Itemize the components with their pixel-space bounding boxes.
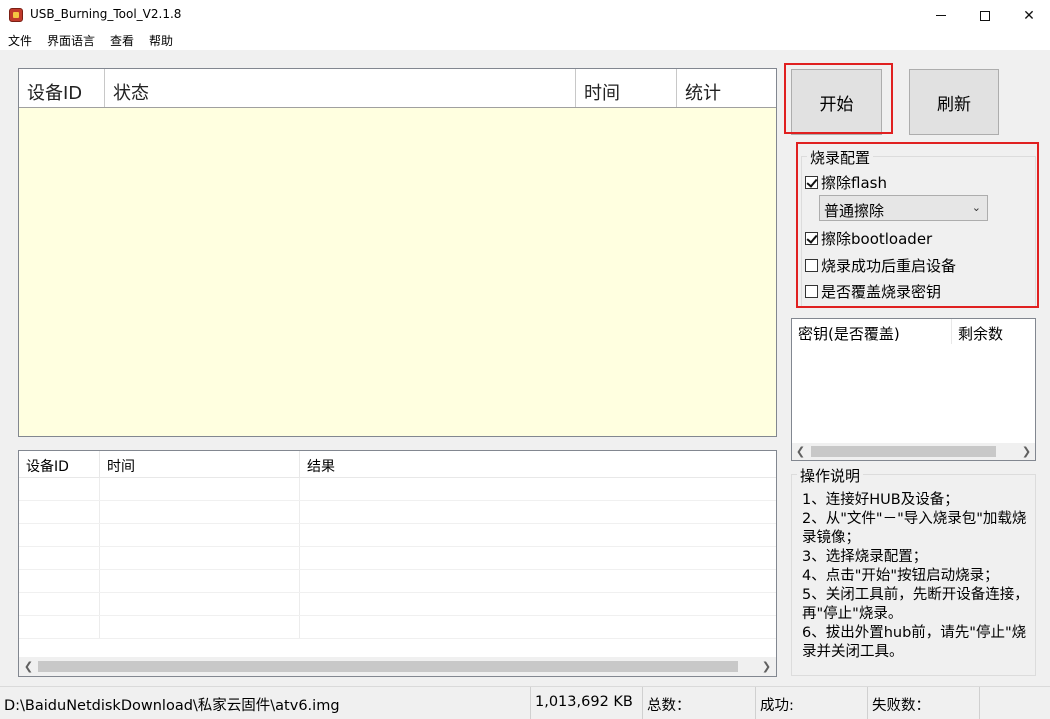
close-icon: ✕ <box>1023 7 1035 24</box>
close-button[interactable]: ✕ <box>1006 0 1050 31</box>
scroll-right-icon[interactable]: ❯ <box>1018 443 1035 460</box>
result-list[interactable]: 设备ID 时间 结果 ❮ ❯ <box>18 450 777 677</box>
minimize-icon <box>936 15 946 16</box>
reboot-after-option[interactable]: 烧录成功后重启设备 <box>805 255 956 276</box>
erase-mode-value: 普通擦除 <box>824 202 885 220</box>
scroll-track[interactable] <box>809 443 1018 460</box>
erase-bootloader-label: 擦除bootloader <box>821 230 933 248</box>
title-bar: USB_Burning_Tool_V2.1.8 ✕ <box>0 0 1050 31</box>
refresh-button[interactable]: 刷新 <box>909 69 999 135</box>
table-row <box>19 501 776 524</box>
instructions-title: 操作说明 <box>797 465 864 486</box>
horizontal-scrollbar[interactable]: ❮ ❯ <box>19 657 776 676</box>
column-header-device-id[interactable]: 设备ID <box>19 69 105 107</box>
menu-bar: 文件 界面语言 查看 帮助 <box>0 31 1050 50</box>
device-list[interactable]: 设备ID 状态 时间 统计 <box>18 68 777 437</box>
status-bar: D:\BaiduNetdiskDownload\私家云固件\atv6.img 1… <box>0 686 1050 719</box>
instructions-group: 操作说明 1、连接好HUB及设备； 2、从"文件"－"导入烧录包"加载烧录镜像；… <box>791 465 1036 676</box>
start-button[interactable]: 开始 <box>791 69 882 135</box>
column-header-time[interactable]: 时间 <box>576 69 677 107</box>
key-list-header: 密钥(是否覆盖) 剩余数 <box>792 319 1035 344</box>
erase-mode-select[interactable]: 普通擦除 ⌄ <box>819 195 988 221</box>
image-size: 1,013,692 KB <box>531 687 643 719</box>
menu-file[interactable]: 文件 <box>0 31 39 50</box>
scroll-thumb[interactable] <box>811 446 996 457</box>
overwrite-key-label: 是否覆盖烧录密钥 <box>821 283 942 301</box>
menu-view[interactable]: 查看 <box>102 31 141 50</box>
erase-flash-label: 擦除flash <box>821 174 887 192</box>
result-list-header: 设备ID 时间 结果 <box>19 451 776 478</box>
result-rows <box>19 478 776 656</box>
table-row <box>19 593 776 616</box>
erase-flash-option[interactable]: 擦除flash <box>805 172 887 193</box>
table-row <box>19 524 776 547</box>
table-row <box>19 478 776 501</box>
table-row <box>19 616 776 639</box>
burn-config-title: 烧录配置 <box>807 147 874 168</box>
column-header-status[interactable]: 状态 <box>105 69 576 107</box>
scroll-track[interactable] <box>38 657 757 676</box>
scroll-right-icon[interactable]: ❯ <box>757 657 776 676</box>
app-icon <box>9 8 23 22</box>
reboot-after-checkbox[interactable] <box>805 259 818 272</box>
window-title: USB_Burning_Tool_V2.1.8 <box>30 7 182 21</box>
scroll-left-icon[interactable]: ❮ <box>19 657 38 676</box>
key-list[interactable]: 密钥(是否覆盖) 剩余数 ❮ ❯ <box>791 318 1036 461</box>
erase-bootloader-option[interactable]: 擦除bootloader <box>805 228 932 249</box>
horizontal-scrollbar[interactable]: ❮ ❯ <box>792 443 1035 460</box>
image-path: D:\BaiduNetdiskDownload\私家云固件\atv6.img <box>0 687 531 719</box>
overwrite-key-checkbox[interactable] <box>805 285 818 298</box>
reboot-after-label: 烧录成功后重启设备 <box>821 257 957 275</box>
column-header-time[interactable]: 时间 <box>100 451 300 477</box>
table-row <box>19 547 776 570</box>
scroll-left-icon[interactable]: ❮ <box>792 443 809 460</box>
menu-language[interactable]: 界面语言 <box>39 31 102 50</box>
total-count: 总数： <box>643 687 756 719</box>
column-header-result[interactable]: 结果 <box>300 451 776 477</box>
burn-config-group: 烧录配置 擦除flash 普通擦除 ⌄ 擦除bootloader 烧录成功后重启… <box>801 147 1036 308</box>
minimize-button[interactable] <box>918 0 964 31</box>
column-header-remaining[interactable]: 剩余数 <box>952 319 1035 344</box>
column-header-key[interactable]: 密钥(是否覆盖) <box>792 319 952 344</box>
chevron-down-icon: ⌄ <box>971 201 981 214</box>
maximize-button[interactable] <box>962 0 1008 31</box>
scroll-thumb[interactable] <box>38 661 738 672</box>
erase-flash-checkbox[interactable] <box>805 176 818 189</box>
instructions-text: 1、连接好HUB及设备； 2、从"文件"－"导入烧录包"加载烧录镜像； 3、选择… <box>802 492 1029 660</box>
device-list-header: 设备ID 状态 时间 统计 <box>19 69 776 108</box>
erase-bootloader-checkbox[interactable] <box>805 232 818 245</box>
table-row <box>19 570 776 593</box>
main-area: 设备ID 状态 时间 统计 设备ID 时间 结果 ❮ ❯ 开始 刷新 烧录配置 … <box>0 50 1050 686</box>
success-count: 成功: <box>756 687 868 719</box>
menu-help[interactable]: 帮助 <box>141 31 180 50</box>
column-header-stats[interactable]: 统计 <box>677 69 776 107</box>
maximize-icon <box>980 10 990 21</box>
overwrite-key-option[interactable]: 是否覆盖烧录密钥 <box>805 281 941 302</box>
fail-count: 失败数： <box>868 687 980 719</box>
column-header-device-id[interactable]: 设备ID <box>19 451 100 477</box>
